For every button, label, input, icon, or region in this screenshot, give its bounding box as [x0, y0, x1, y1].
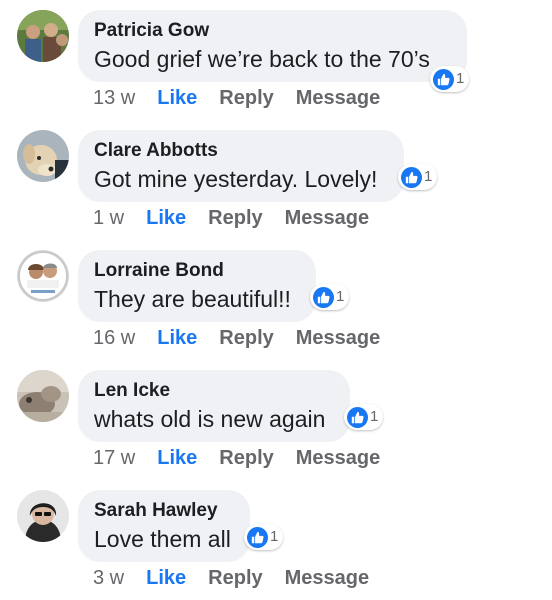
- reply-button[interactable]: Reply: [219, 446, 273, 470]
- message-button[interactable]: Message: [285, 566, 370, 590]
- comment-text: whats old is new again: [94, 406, 326, 432]
- comment-author[interactable]: Clare Abbotts: [94, 139, 388, 163]
- thumbs-up-icon: [347, 406, 368, 428]
- thumbs-up-icon: [247, 526, 268, 548]
- comment-bubble: Lorraine Bond They are beautiful!!: [78, 250, 316, 322]
- comment-actions: 17 w Like Reply Message: [93, 446, 380, 470]
- comment-timestamp[interactable]: 13 w: [93, 86, 135, 110]
- comment-item: Patricia Gow Good grief we’re back to th…: [0, 0, 552, 120]
- reaction-count: 1: [336, 288, 345, 305]
- avatar[interactable]: [17, 370, 69, 422]
- avatar[interactable]: [17, 490, 69, 542]
- comment-item: Sarah Hawley Love them all 1 3 w Like Re…: [0, 480, 552, 600]
- reply-button[interactable]: Reply: [208, 566, 262, 590]
- reply-button[interactable]: Reply: [219, 326, 273, 350]
- comment-actions: 16 w Like Reply Message: [93, 326, 380, 350]
- message-button[interactable]: Message: [296, 86, 381, 110]
- comment-author[interactable]: Sarah Hawley: [94, 499, 234, 523]
- message-button[interactable]: Message: [296, 326, 381, 350]
- reaction-summary[interactable]: 1: [310, 284, 350, 310]
- thumbs-up-icon: [401, 166, 422, 188]
- like-button[interactable]: Like: [146, 206, 186, 230]
- reaction-summary[interactable]: 1: [398, 164, 438, 190]
- comment-text: Love them all: [94, 526, 231, 552]
- like-button[interactable]: Like: [157, 446, 197, 470]
- comment-author[interactable]: Len Icke: [94, 379, 334, 403]
- thumbs-up-icon: [433, 68, 454, 90]
- reply-button[interactable]: Reply: [208, 206, 262, 230]
- comment-timestamp[interactable]: 3 w: [93, 566, 124, 590]
- reaction-count: 1: [370, 408, 379, 425]
- comment-timestamp[interactable]: 1 w: [93, 206, 124, 230]
- comment-author[interactable]: Lorraine Bond: [94, 259, 300, 283]
- like-button[interactable]: Like: [157, 326, 197, 350]
- avatar[interactable]: [17, 250, 69, 302]
- message-button[interactable]: Message: [285, 206, 370, 230]
- like-button[interactable]: Like: [157, 86, 197, 110]
- comment-text: They are beautiful!!: [94, 286, 291, 312]
- reaction-count: 1: [456, 70, 465, 87]
- thumbs-up-icon: [313, 286, 334, 308]
- avatar[interactable]: [17, 10, 69, 62]
- comment-author[interactable]: Patricia Gow: [94, 19, 451, 43]
- comment-actions: 3 w Like Reply Message: [93, 566, 369, 590]
- reaction-count: 1: [270, 528, 279, 545]
- like-button[interactable]: Like: [146, 566, 186, 590]
- comment-text: Got mine yesterday. Lovely!: [94, 166, 378, 192]
- reaction-summary[interactable]: 1: [244, 524, 284, 550]
- comment-item: Clare Abbotts Got mine yesterday. Lovely…: [0, 120, 552, 240]
- reaction-summary[interactable]: 1: [344, 404, 384, 430]
- comment-text-row: Got mine yesterday. Lovely!: [94, 164, 388, 194]
- reaction-count: 1: [424, 168, 433, 185]
- avatar[interactable]: [17, 130, 69, 182]
- comment-actions: 13 w Like Reply Message: [93, 86, 380, 110]
- comment-bubble: Sarah Hawley Love them all: [78, 490, 250, 562]
- comment-bubble: Len Icke whats old is new again: [78, 370, 350, 442]
- comment-item: Len Icke whats old is new again 1 17 w L…: [0, 360, 552, 480]
- comment-actions: 1 w Like Reply Message: [93, 206, 369, 230]
- comment-timestamp[interactable]: 16 w: [93, 326, 135, 350]
- comment-bubble: Patricia Gow Good grief we’re back to th…: [78, 10, 467, 82]
- comment-text: Good grief we’re back to the 70’s: [94, 46, 430, 72]
- comment-timestamp[interactable]: 17 w: [93, 446, 135, 470]
- reaction-summary[interactable]: 1: [430, 66, 470, 92]
- comment-bubble: Clare Abbotts Got mine yesterday. Lovely…: [78, 130, 404, 202]
- message-button[interactable]: Message: [296, 446, 381, 470]
- comment-item: Lorraine Bond They are beautiful!! 1 16 …: [0, 240, 552, 360]
- reply-button[interactable]: Reply: [219, 86, 273, 110]
